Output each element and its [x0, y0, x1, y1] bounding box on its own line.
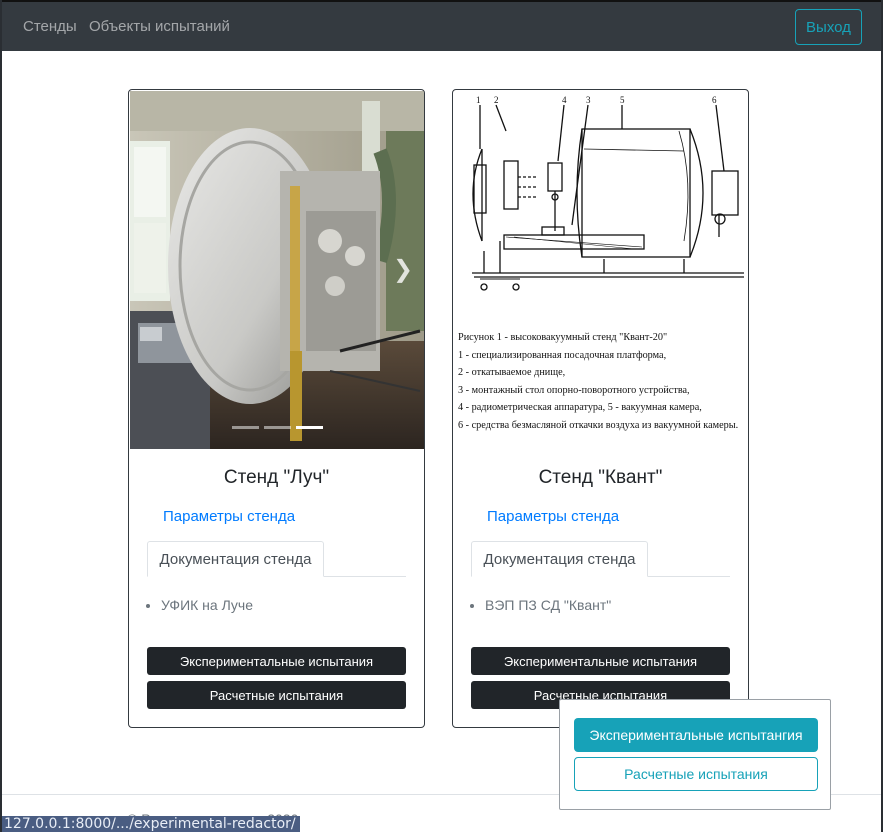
stand-card-luch: ❯ Стенд "Луч" Параметры стенда Документа… [128, 89, 425, 728]
stand-title: Стенд "Квант" [538, 467, 663, 488]
schema-caption-line: 4 - радиометрическая аппаратура, 5 - вак… [458, 401, 702, 413]
schema-number: 4 [562, 95, 567, 105]
experimental-tests-button[interactable]: Экспериментальные испытания [471, 647, 730, 675]
schema-number: 5 [620, 95, 625, 105]
list-item: УФИК на Луче [161, 597, 253, 613]
stand-params-link[interactable]: Параметры стенда [163, 508, 295, 525]
logout-button[interactable]: Выход [795, 9, 862, 45]
nav-link-test-objects[interactable]: Объекты испытаний [89, 18, 230, 35]
vacuum-stand-schema: 1 2 4 3 5 6 [472, 95, 744, 291]
window-left-edge [0, 0, 2, 832]
schema-number: 3 [586, 95, 591, 105]
carousel-indicator[interactable] [264, 426, 291, 429]
calculation-tests-button[interactable]: Расчетные испытания [147, 681, 406, 709]
schema-number: 2 [494, 95, 499, 105]
schema-caption: Рисунок 1 - высоковакуумный стенд "Квант… [458, 329, 738, 434]
schema-number: 1 [476, 95, 481, 105]
test-objects-list: УФИК на Луче [161, 597, 253, 613]
stand-photo-carousel[interactable]: ❯ [130, 91, 424, 449]
stand-title: Стенд "Луч" [223, 467, 330, 488]
nav-link-stands[interactable]: Стенды [23, 18, 77, 35]
stand-schema-image: 1 2 4 3 5 6 Рисунок 1 - высоковакуумный … [454, 91, 748, 449]
carousel-next-icon[interactable]: ❯ [392, 255, 414, 285]
schema-caption-line: 6 - средства безмасляной откачки воздуха… [458, 418, 739, 431]
schema-caption-line: 1 - специализированная посадочная платфо… [458, 348, 667, 361]
carousel-indicator[interactable] [232, 426, 259, 429]
experimental-tests-button[interactable]: Экспериментальные испытания [147, 647, 406, 675]
stand-photo [130, 91, 424, 449]
stand-card-kvant: 1 2 4 3 5 6 Рисунок 1 - высоковакуумный … [452, 89, 749, 728]
status-bar-url: 127.0.0.1:8000/.../experimental-redactor… [0, 816, 300, 832]
popup-calculation-tests-button[interactable]: Расчетные испытания [574, 757, 818, 791]
navbar: Стенды Объекты испытаний Выход [0, 2, 883, 51]
schema-caption-line: 3 - монтажный стол опорно-поворотного ус… [458, 383, 690, 396]
schema-caption-line: 2 - откатываемое днище, [458, 366, 566, 378]
list-item: ВЭП ПЗ СД "Квант" [485, 597, 611, 613]
schema-number: 6 [712, 95, 717, 105]
schema-caption-line: Рисунок 1 - высоковакуумный стенд "Квант… [458, 331, 668, 343]
test-objects-list: ВЭП ПЗ СД "Квант" [485, 597, 611, 613]
tab-stand-documentation[interactable]: Документация стенда [147, 541, 324, 577]
popup-experimental-tests-button[interactable]: Экспериментальные испытангия [574, 718, 818, 752]
test-type-popup: Экспериментальные испытангия Расчетные и… [559, 699, 831, 810]
tab-stand-documentation[interactable]: Документация стенда [471, 541, 648, 577]
stand-params-link[interactable]: Параметры стенда [487, 508, 619, 525]
carousel-indicator-active[interactable] [296, 426, 323, 429]
